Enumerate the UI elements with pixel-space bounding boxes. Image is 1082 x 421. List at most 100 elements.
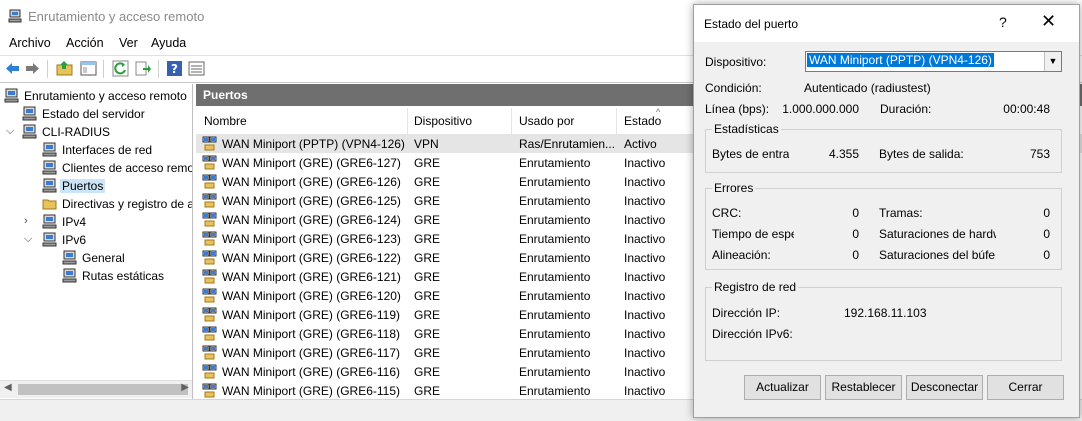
tree-node-interfaces[interactable]: Interfaces de red [42,141,192,159]
frames-label: Tramas: [879,206,923,220]
col-header-dispositivo[interactable]: Dispositivo [414,114,472,128]
menu-ayuda[interactable]: Ayuda [151,36,186,50]
tree-node-ipv4[interactable]: › IPv4 [24,213,192,231]
condition-label: Condición: [705,81,762,95]
port-status: Inactivo [624,289,666,303]
port-name: WAN Miniport (GRE) (GRE6-124) [222,213,401,227]
tree-label-static-routes: Rutas estáticas [82,269,165,283]
tree-horizontal-scrollbar[interactable]: ◀ ▶ [0,380,192,398]
dialog-title-bar: Estado del puerto ? ✕ [694,5,1079,42]
tree-node-root[interactable]: Enrutamiento y acceso remoto [4,87,192,105]
navigation-tree: Enrutamiento y acceso remoto Estado del … [0,84,193,400]
port-name: WAN Miniport (GRE) (GRE6-115) [222,384,401,398]
port-icon [202,307,217,322]
port-name: WAN Miniport (GRE) (GRE6-116) [222,365,401,379]
bytes-out-value: 753 [1029,147,1050,161]
tree-node-cli-radius[interactable]: ⌵ CLI-RADIUS [6,123,192,141]
refresh-icon[interactable] [112,60,129,77]
tree-label-server-status: Estado del servidor [42,107,145,121]
port-device: GRE [414,308,441,322]
close-button[interactable]: Cerrar [987,375,1064,400]
port-used-by: Enrutamiento [519,289,591,303]
tree-node-ipv6[interactable]: ⌵ IPv6 [24,231,192,249]
svg-text:?: ? [171,62,178,76]
tree-label-root: Enrutamiento y acceso remoto [24,89,187,103]
tree-node-ports[interactable]: Puertos [42,177,192,195]
tree-label-policies: Directivas y registro de a [62,197,193,211]
bytes-in-value: 4.355 [828,147,859,161]
buffer-overrun-label: Saturaciones del búfe [879,248,996,262]
col-header-nombre[interactable]: Nombre [204,114,247,128]
back-arrow-icon[interactable] [4,60,21,77]
window-title: Enrutamiento y acceso remoto [28,9,205,24]
refresh-button[interactable]: Actualizar [744,375,821,400]
server-icon [22,124,37,139]
menu-accion[interactable]: Acción [66,36,104,50]
port-name: WAN Miniport (GRE) (GRE6-118) [222,327,401,341]
port-status: Inactivo [624,270,666,284]
folder-icon [42,199,57,210]
device-select[interactable]: WAN Miniport (PPTP) (VPN4-126) ▼ [805,51,1062,72]
properties-icon[interactable] [188,60,205,77]
port-status: Inactivo [624,194,666,208]
port-icon [202,212,217,227]
duration-value: 00:00:48 [1003,102,1050,116]
port-name: WAN Miniport (GRE) (GRE6-122) [222,251,401,265]
tree-node-policies[interactable]: Directivas y registro de a [42,195,192,213]
scroll-left-icon[interactable]: ◀ [4,382,12,393]
network-log-title: Registro de red [712,280,799,294]
port-icon [202,155,217,170]
scroll-right-icon[interactable]: ▶ [181,382,189,393]
port-device: GRE [414,327,441,341]
show-hide-tree-icon[interactable] [80,60,97,77]
col-header-usado-por[interactable]: Usado por [519,114,574,128]
port-status-dialog: Estado del puerto ? ✕ Dispositivo: WAN M… [693,4,1080,418]
port-device: GRE [414,289,441,303]
routing-server-icon [4,88,19,103]
port-name: WAN Miniport (GRE) (GRE6-125) [222,194,401,208]
export-list-icon[interactable] [135,60,152,77]
port-device: GRE [414,270,441,284]
port-used-by: Enrutamiento [519,346,591,360]
port-used-by: Enrutamiento [519,213,591,227]
disconnect-button[interactable]: Desconectar [906,375,983,400]
crc-value: 0 [852,206,859,220]
chevron-right-icon[interactable]: › [24,215,28,227]
tree-node-server-status[interactable]: Estado del servidor [22,105,192,123]
reset-button[interactable]: Restablecer [825,375,902,400]
port-used-by: Enrutamiento [519,251,591,265]
port-name: WAN Miniport (GRE) (GRE6-127) [222,156,401,170]
timeout-value: 0 [852,227,859,241]
port-name: WAN Miniport (GRE) (GRE6-117) [222,346,401,360]
alignment-label: Alineación: [712,248,771,262]
help-button[interactable]: ? [999,14,1007,30]
menu-archivo[interactable]: Archivo [9,36,51,50]
chevron-down-icon[interactable]: ⌵ [6,125,14,138]
port-icon [202,345,217,360]
tree-node-remote-clients[interactable]: Clientes de acceso remo [42,159,192,177]
port-device: GRE [414,346,441,360]
tree-node-static-routes[interactable]: Rutas estáticas [62,267,192,285]
port-status: Activo [624,137,657,151]
remote-clients-icon [42,160,57,175]
dialog-title: Estado del puerto [704,17,799,31]
network-log-group: Registro de red Dirección IP: 192.168.11… [705,280,1062,361]
close-icon[interactable]: ✕ [1041,11,1056,32]
buffer-overrun-value: 0 [1043,248,1050,262]
chevron-down-icon[interactable]: ⌵ [24,233,32,246]
tree-node-general[interactable]: General [62,249,192,267]
menu-ver[interactable]: Ver [119,36,138,50]
scrollbar-thumb[interactable] [18,384,188,395]
hw-overrun-label: Saturaciones de hardwa [879,227,996,241]
help-icon[interactable]: ? [166,60,183,77]
static-routes-icon [62,268,77,283]
port-device: GRE [414,384,441,398]
port-device: VPN [414,137,439,151]
forward-arrow-icon[interactable] [24,60,41,77]
port-device: GRE [414,251,441,265]
up-folder-icon[interactable] [56,60,73,77]
port-device: GRE [414,213,441,227]
frames-value: 0 [1043,206,1050,220]
chevron-down-icon[interactable]: ▼ [1044,52,1061,71]
bytes-out-label: Bytes de salida: [879,147,964,161]
